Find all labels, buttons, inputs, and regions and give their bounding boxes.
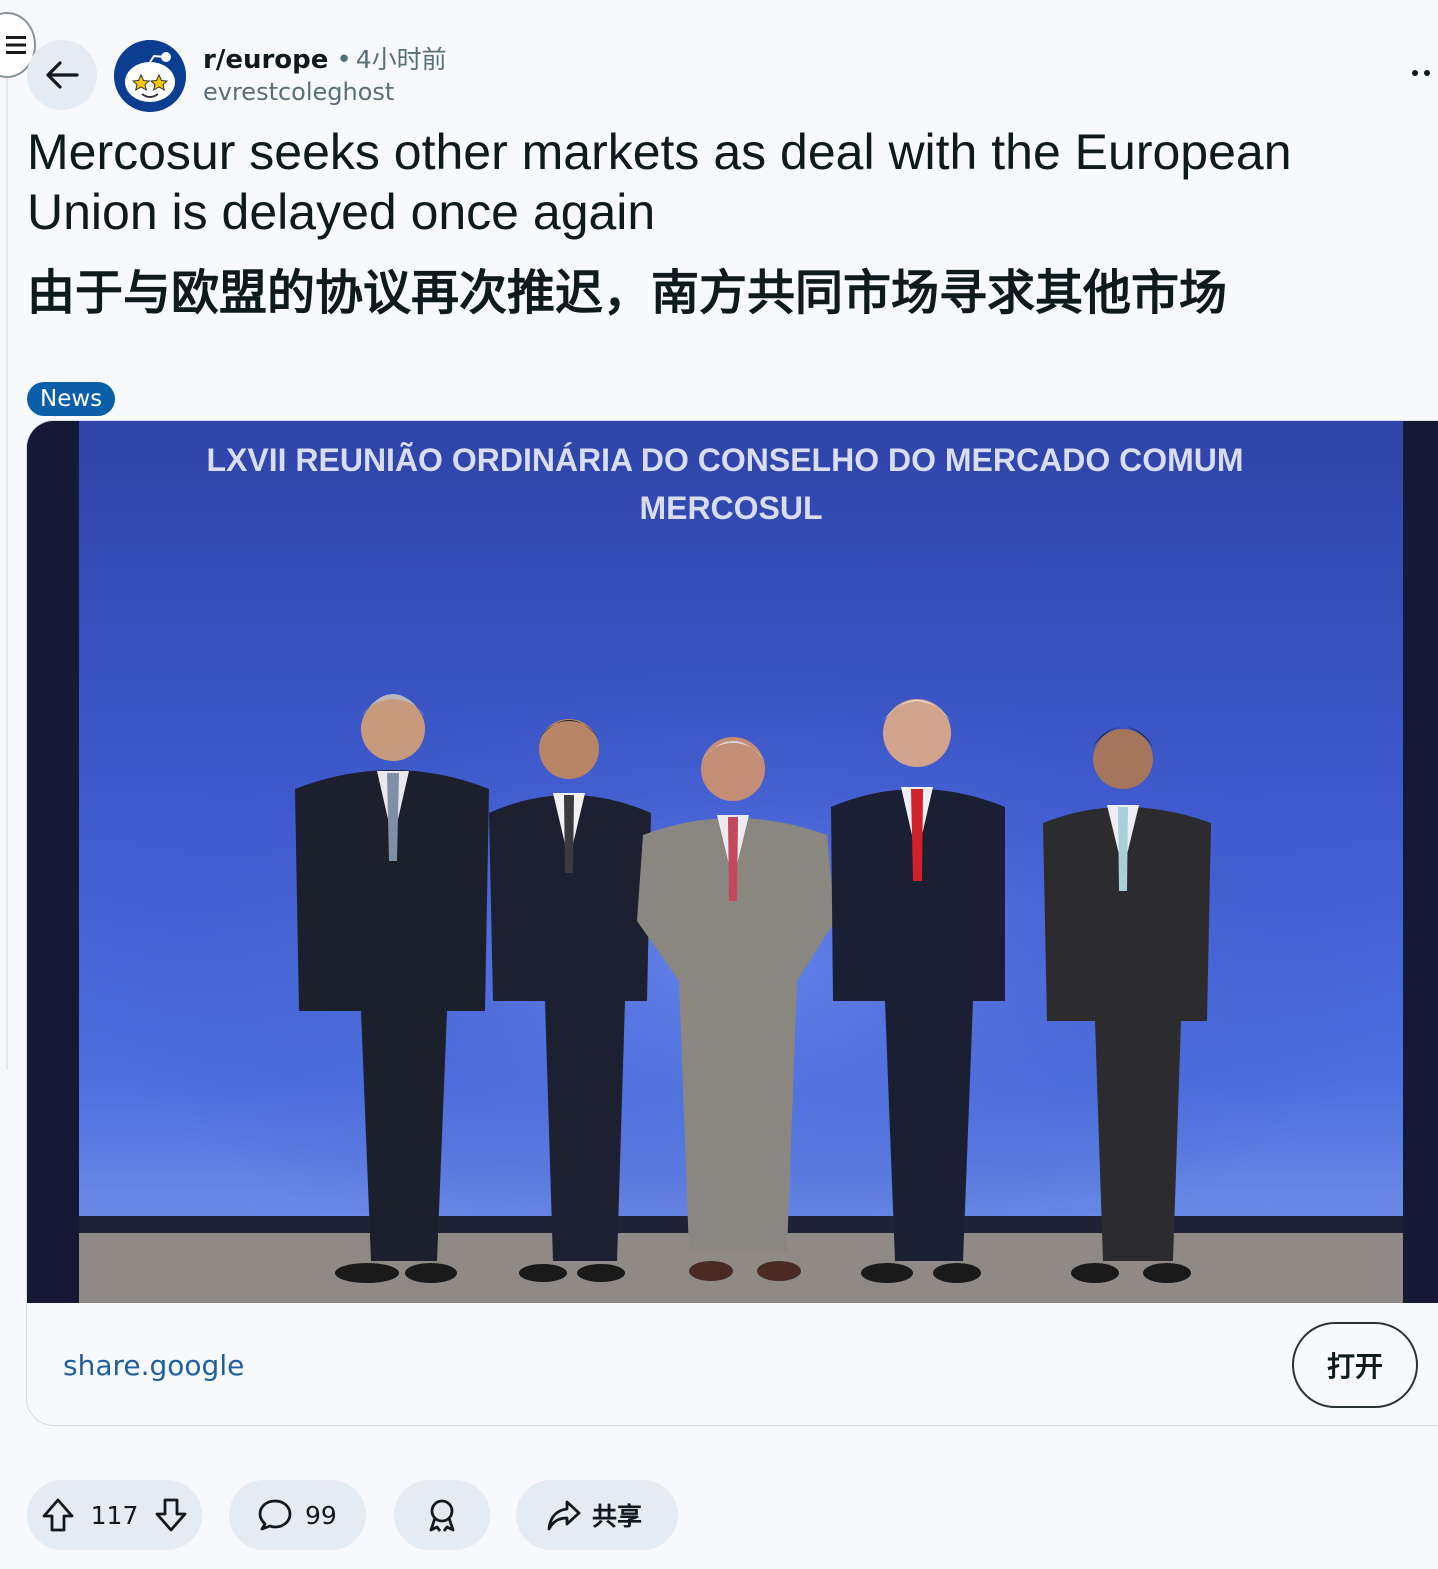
- link-footer: share.google 打开: [27, 1303, 1438, 1425]
- subreddit-logo-icon: [114, 40, 186, 112]
- post-detail-page: r/europe • 4小时前 evrestcoleghost Mercosur s…: [0, 0, 1438, 1569]
- subreddit-name[interactable]: r/europe: [203, 45, 328, 75]
- meta-separator: •: [336, 45, 352, 75]
- award-button[interactable]: [394, 1480, 490, 1550]
- menu-icon: [6, 36, 26, 54]
- post-time: 4小时前: [355, 45, 447, 74]
- sidebar-divider: [6, 70, 8, 1070]
- post-title: Mercosur seeks other markets as deal wit…: [27, 124, 1292, 240]
- share-icon: [546, 1498, 582, 1532]
- photo-banner-line2: MERCOSUL: [639, 490, 822, 526]
- photo-banner-line1: LXVII REUNIÃO ORDINÁRIA DO CONSELHO DO M…: [206, 442, 1243, 478]
- link-preview-card[interactable]: LXVII REUNIÃO ORDINÁRIA DO CONSELHO DO M…: [26, 420, 1438, 1426]
- more-horizontal-icon: [1412, 70, 1418, 76]
- comment-icon: [257, 1498, 293, 1532]
- more-horizontal-icon-dot: [1424, 70, 1430, 76]
- post-author[interactable]: evrestcoleghost: [203, 78, 394, 106]
- more-options-button[interactable]: [1412, 58, 1438, 88]
- link-domain[interactable]: share.google: [63, 1349, 244, 1382]
- upvote-icon[interactable]: [41, 1497, 75, 1533]
- post-meta-line: r/europe • 4小时前: [203, 40, 447, 76]
- open-link-button[interactable]: 打开: [1292, 1322, 1418, 1408]
- link-thumbnail[interactable]: LXVII REUNIÃO ORDINÁRIA DO CONSELHO DO M…: [27, 421, 1438, 1303]
- back-button[interactable]: [27, 40, 97, 110]
- comment-count: 99: [305, 1500, 337, 1530]
- post-flair[interactable]: News: [27, 382, 116, 416]
- news-photo: LXVII REUNIÃO ORDINÁRIA DO CONSELHO DO M…: [27, 421, 1438, 1303]
- arrow-left-icon: [46, 61, 79, 89]
- subreddit-avatar[interactable]: [114, 40, 186, 112]
- comments-button[interactable]: 99: [229, 1480, 366, 1550]
- share-button[interactable]: 共享: [516, 1480, 678, 1550]
- vote-control: 117: [27, 1480, 202, 1550]
- post-title-translation: 由于与欧盟的协议再次推迟，南方共同市场寻求其他市场: [27, 265, 1228, 321]
- share-label: 共享: [592, 1502, 643, 1531]
- vote-count: 117: [90, 1500, 139, 1530]
- award-icon: [425, 1497, 459, 1533]
- downvote-icon[interactable]: [154, 1497, 188, 1533]
